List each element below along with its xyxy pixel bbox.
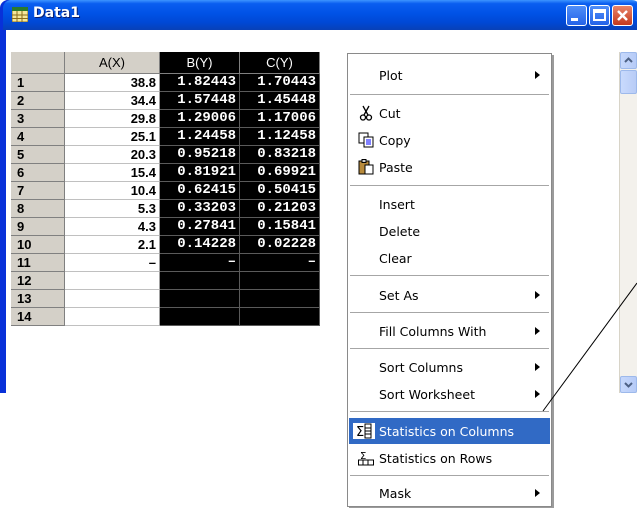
callout-leader-line xyxy=(542,282,637,412)
